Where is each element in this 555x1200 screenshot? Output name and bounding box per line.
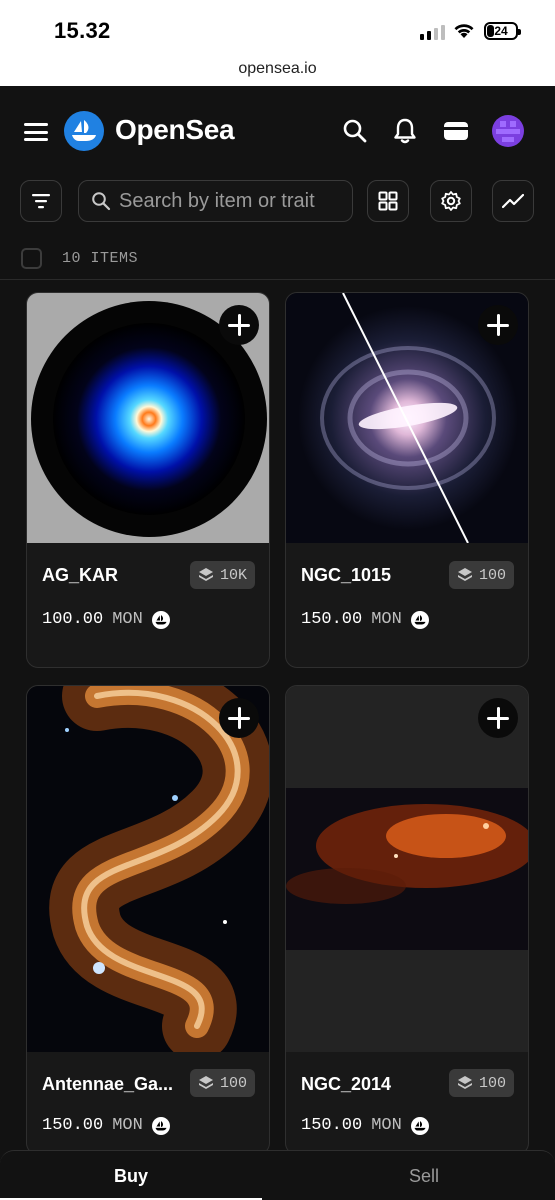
bottom-tab-bar: Buy Sell [0, 1150, 555, 1200]
price-value: 150.00 [42, 1116, 104, 1135]
items-header: 10 ITEMS [0, 240, 555, 280]
search-icon [92, 192, 111, 211]
price-value: 100.00 [42, 610, 104, 629]
layers-icon [457, 568, 472, 581]
tab-sell[interactable]: Sell [293, 1151, 555, 1200]
select-all-checkbox[interactable] [21, 248, 42, 269]
avatar[interactable] [492, 115, 524, 147]
url-bar[interactable]: opensea.io [0, 58, 555, 86]
nft-price: 150.00 MON [301, 1116, 429, 1135]
opensea-logo-icon[interactable] [64, 111, 104, 151]
brand-name[interactable]: OpenSea [115, 114, 235, 146]
nft-name: NGC_1015 [301, 565, 392, 585]
edition-badge: 100 [448, 561, 514, 589]
app-header: OpenSea [0, 86, 555, 176]
url-text: opensea.io [238, 60, 317, 77]
filter-button[interactable] [20, 180, 62, 222]
edition-badge: 100 [189, 1069, 255, 1097]
search-field[interactable] [78, 180, 353, 222]
layers-icon [457, 1076, 472, 1089]
price-value: 150.00 [301, 610, 363, 629]
nft-price: 150.00 MON [42, 1116, 170, 1135]
items-count: 10 ITEMS [62, 250, 139, 267]
add-to-cart-button[interactable] [219, 305, 259, 345]
battery-level: 24 [494, 24, 508, 38]
nft-image[interactable] [27, 686, 269, 1052]
nft-name: NGC_2014 [301, 1074, 392, 1094]
grid-view-button[interactable] [367, 180, 409, 222]
add-to-cart-button[interactable] [219, 698, 259, 738]
edition-count: 100 [219, 1074, 247, 1092]
price-currency: MON [371, 1116, 402, 1135]
opensea-coin-icon [410, 610, 429, 629]
opensea-coin-icon [151, 610, 170, 629]
status-bar: 15.32 24 [0, 0, 555, 60]
edition-count: 10K [219, 566, 247, 584]
settings-button[interactable] [430, 180, 472, 222]
filter-icon [32, 194, 50, 209]
gear-icon [441, 191, 461, 211]
nft-card[interactable]: NGC_2014 100 150.00 MON [285, 685, 529, 1155]
nft-image[interactable] [286, 686, 528, 1052]
opensea-coin-icon [410, 1116, 429, 1135]
nft-price: 150.00 MON [301, 610, 429, 629]
toolbar [0, 180, 555, 222]
nft-card[interactable]: Antennae_Ga... 100 150.00 MON [26, 685, 270, 1155]
cellular-signal-icon [420, 24, 445, 40]
edition-count: 100 [478, 566, 506, 584]
bell-icon[interactable] [390, 116, 420, 146]
opensea-coin-icon [151, 1116, 170, 1135]
nft-name: Antennae_Ga... [42, 1074, 174, 1094]
trend-line-icon [502, 193, 524, 209]
menu-icon[interactable] [24, 123, 48, 141]
price-value: 150.00 [301, 1116, 363, 1135]
nft-card[interactable]: NGC_1015 100 150.00 MON [285, 292, 529, 668]
search-icon[interactable] [340, 116, 370, 146]
layers-icon [198, 568, 213, 581]
edition-badge: 100 [448, 1069, 514, 1097]
price-currency: MON [371, 610, 402, 629]
add-to-cart-button[interactable] [478, 305, 518, 345]
nft-name: AG_KAR [42, 565, 119, 585]
price-currency: MON [112, 610, 143, 629]
edition-count: 100 [478, 1074, 506, 1092]
status-time: 15.32 [54, 18, 111, 43]
wallet-icon[interactable] [441, 116, 471, 146]
tab-buy[interactable]: Buy [0, 1151, 262, 1200]
nft-price: 100.00 MON [42, 610, 170, 629]
wifi-icon [454, 24, 474, 38]
nft-card[interactable]: AG_KAR 10K 100.00 MON [26, 292, 270, 668]
price-currency: MON [112, 1116, 143, 1135]
battery-icon: 24 [484, 22, 521, 40]
grid-icon [378, 191, 398, 211]
add-to-cart-button[interactable] [478, 698, 518, 738]
search-input[interactable] [119, 189, 339, 213]
analytics-button[interactable] [492, 180, 534, 222]
edition-badge: 10K [189, 561, 255, 589]
layers-icon [198, 1076, 213, 1089]
